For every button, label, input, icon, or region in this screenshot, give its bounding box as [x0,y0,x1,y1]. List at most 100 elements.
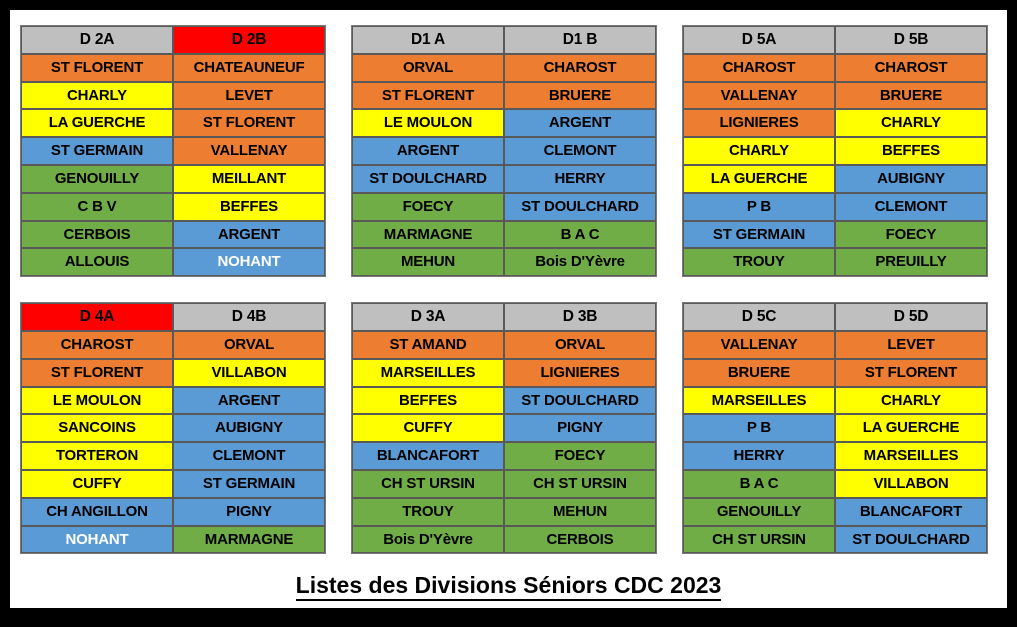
team-cell: CHARLY [683,137,835,165]
team-cell: ST DOULCHARD [352,164,504,193]
table-row: C B V BEFFES [21,192,325,221]
table-row: BEFFES ST DOULCHARD [352,386,656,415]
team-cell: CERBOIS [21,220,173,249]
team-cell: Bois D'Yèvre [352,525,504,554]
table-header-row: D 3A D 3B [352,303,656,331]
team-cell: BLANCAFORT [352,442,504,470]
division-header-cell: D 5D [835,303,987,331]
table-row: P B LA GUERCHE [683,414,987,443]
table-row: CHARLY LEVET [21,81,325,110]
team-cell: MARSEILLES [835,442,987,470]
team-cell: LA GUERCHE [835,414,987,443]
team-cell: MARSEILLES [683,386,835,415]
division-header-cell: D 5C [683,303,835,331]
team-cell: CERBOIS [504,525,656,554]
team-cell: VALLENAY [683,330,835,359]
team-cell: HERRY [504,164,656,193]
team-cell: CH ANGILLON [21,497,173,526]
page-title-text: Listes des Divisions Séniors CDC 2023 [295,572,722,601]
team-cell: PREUILLY [835,248,987,277]
table-header-row: D1 A D1 B [352,26,656,54]
division-table-d3: D 3A D 3B ST AMAND ORVAL MARSEILLES LIGNIERES… [351,302,657,555]
division-header-cell: D 3B [504,303,656,331]
table-row: ST AMAND ORVAL [352,330,656,359]
division-table-d2: D 2A D 2B ST FLORENT CHATEAUNEUF CHARLY LEVET… [20,25,326,278]
division-table-d4: D 4A D 4B CHAROST ORVAL ST FLORENT VILLABON LE… [20,302,326,555]
table-row: LA GUERCHE ST FLORENT [21,109,325,138]
team-cell: GENOUILLY [683,497,835,526]
team-cell: LEVET [835,330,987,359]
team-cell: MEHUN [504,497,656,526]
table-row: HERRY MARSEILLES [683,442,987,470]
division-table-d5cd: D 5C D 5D VALLENAY LEVET BRUERE ST FLORENT MAR… [682,302,988,555]
table-row: B A C VILLABON [683,469,987,498]
table-row: Bois D'Yèvre CERBOIS [352,525,656,554]
team-cell: B A C [504,220,656,249]
table-row: LE MOULON ARGENT [352,109,656,138]
table-header-row: D 5C D 5D [683,303,987,331]
division-header-cell: D 2A [21,26,173,54]
team-cell: CUFFY [21,469,173,498]
team-cell: ARGENT [504,109,656,138]
table-row: GENOUILLY MEILLANT [21,164,325,193]
team-cell: ORVAL [352,53,504,82]
table-row: ST DOULCHARD HERRY [352,164,656,193]
table-row: ORVAL CHAROST [352,53,656,82]
team-cell: ST DOULCHARD [504,386,656,415]
table-row: P B CLEMONT [683,192,987,221]
team-cell: CHARLY [835,386,987,415]
content-frame: D 2A D 2B ST FLORENT CHATEAUNEUF CHARLY LEVET… [10,10,1007,608]
table-row: CHARLY BEFFES [683,137,987,165]
table-row: CERBOIS ARGENT [21,220,325,249]
team-cell: CHAROST [504,53,656,82]
team-cell: CLEMONT [835,192,987,221]
team-cell: ST GERMAIN [173,469,325,498]
team-cell: ARGENT [352,137,504,165]
team-cell: ORVAL [504,330,656,359]
team-cell: BEFFES [352,386,504,415]
table-row: CHAROST ORVAL [21,330,325,359]
team-cell: AUBIGNY [835,164,987,193]
team-cell: LA GUERCHE [683,164,835,193]
table-row: CUFFY ST GERMAIN [21,469,325,498]
page-root: D 2A D 2B ST FLORENT CHATEAUNEUF CHARLY LEVET… [0,0,1017,627]
team-cell: ST AMAND [352,330,504,359]
team-cell: CH ST URSIN [352,469,504,498]
table-row: CHAROST CHAROST [683,53,987,82]
team-cell: PIGNY [173,497,325,526]
team-cell: CHATEAUNEUF [173,53,325,82]
team-cell: VALLENAY [173,137,325,165]
team-cell: NOHANT [173,248,325,277]
team-cell: TROUY [683,248,835,277]
table-row: MARSEILLES LIGNIERES [352,358,656,387]
team-cell: FOECY [835,220,987,249]
team-cell: MEILLANT [173,164,325,193]
team-cell: ST FLORENT [173,109,325,138]
table-row: NOHANT MARMAGNE [21,525,325,554]
team-cell: LE MOULON [352,109,504,138]
team-cell: ARGENT [173,386,325,415]
table-row: LE MOULON ARGENT [21,386,325,415]
team-cell: FOECY [352,192,504,221]
team-cell: BEFFES [173,192,325,221]
team-cell: ST FLORENT [21,358,173,387]
division-header-cell: D 5B [835,26,987,54]
team-cell: ST FLORENT [352,81,504,110]
team-cell: CHAROST [21,330,173,359]
team-cell: FOECY [504,442,656,470]
team-cell: P B [683,414,835,443]
team-cell: ST GERMAIN [683,220,835,249]
division-header-cell: D1 A [352,26,504,54]
table-row: CH ST URSIN ST DOULCHARD [683,525,987,554]
table-row: ST FLORENT VILLABON [21,358,325,387]
team-cell: GENOUILLY [21,164,173,193]
team-cell: ST GERMAIN [21,137,173,165]
team-cell: VILLABON [173,358,325,387]
team-cell: CHAROST [683,53,835,82]
table-row: CH ST URSIN CH ST URSIN [352,469,656,498]
table-row: BRUERE ST FLORENT [683,358,987,387]
table-row: VALLENAY LEVET [683,330,987,359]
table-row: ST GERMAIN FOECY [683,220,987,249]
team-cell: ST FLORENT [835,358,987,387]
team-cell: LA GUERCHE [21,109,173,138]
